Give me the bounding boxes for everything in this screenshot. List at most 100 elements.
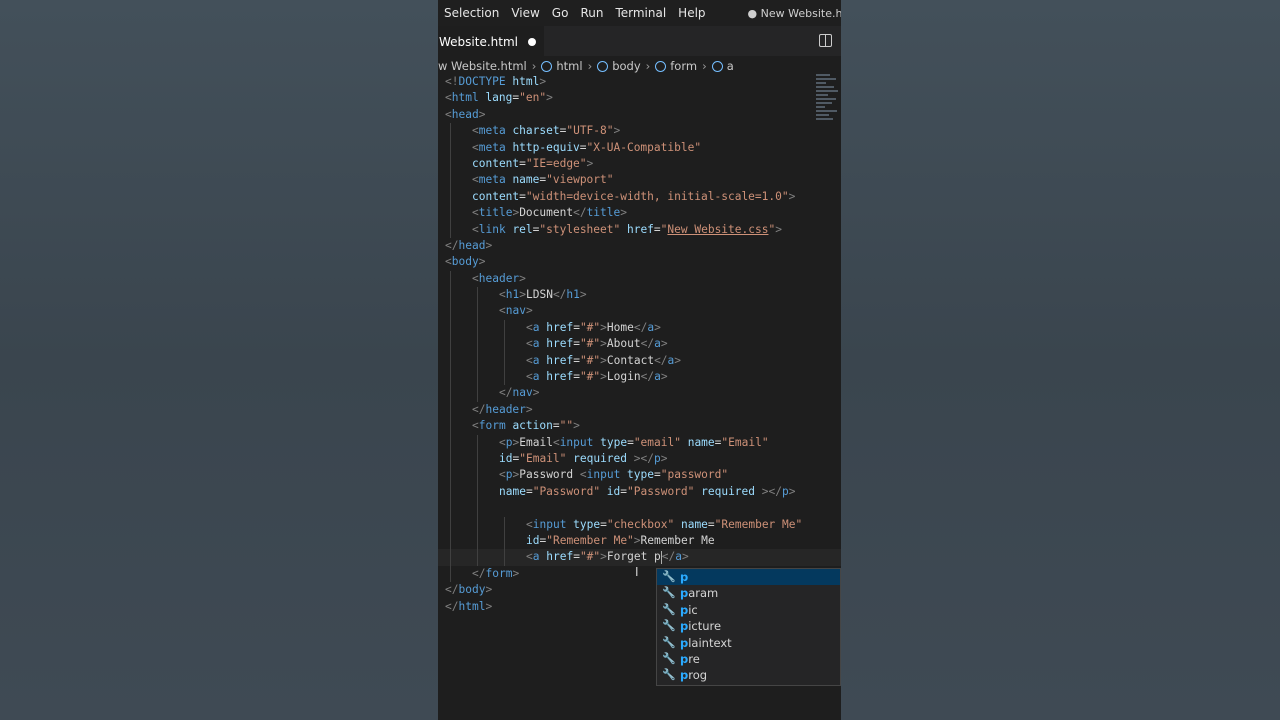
code-line[interactable]: content="width=device-width, initial-sca…	[438, 188, 841, 206]
code-line[interactable]: </nav>	[438, 385, 841, 402]
code-line[interactable]: <form action="">	[438, 418, 841, 435]
video-background-left	[0, 0, 438, 720]
code-line[interactable]: <!DOCTYPE html>	[438, 74, 841, 90]
breadcrumb-item-a[interactable]: a	[711, 59, 734, 73]
code-token: required	[566, 451, 628, 465]
minimap[interactable]	[816, 74, 838, 124]
suggestion-match: p	[680, 602, 689, 617]
code-token: =	[654, 468, 661, 482]
code-line[interactable]: </head>	[438, 238, 841, 254]
code-line[interactable]: <body>	[438, 254, 841, 270]
code-token: Email	[519, 435, 553, 449]
code-token: <	[526, 337, 533, 351]
code-token: h1	[505, 288, 520, 302]
code-token: <	[499, 304, 506, 318]
suggestion-item[interactable]: 🔧 p laintext	[657, 635, 840, 651]
code-line[interactable]: <p>Password <input type="password"	[438, 467, 841, 484]
code-token: >	[660, 337, 668, 351]
code-token: <	[445, 91, 452, 105]
indent-guide	[477, 500, 478, 517]
breadcrumb-item-html[interactable]: html	[541, 59, 583, 73]
code-token: >	[532, 386, 540, 400]
code-line[interactable]: <a href="#">Forget p</a>	[438, 549, 841, 566]
code-token: >	[546, 91, 553, 105]
code-line[interactable]: <h1>LDSN</h1>	[438, 287, 841, 304]
code-line[interactable]: <nav>	[438, 303, 841, 320]
code-token: type	[620, 468, 654, 482]
breadcrumb-item-file[interactable]: w Website.html	[438, 59, 527, 73]
code-line[interactable]: <html lang="en">	[438, 90, 841, 106]
code-line[interactable]: name="Password" id="Password" required >…	[438, 483, 841, 501]
code-token: body	[458, 583, 486, 597]
menu-selection[interactable]: Selection	[438, 6, 505, 20]
menu-help[interactable]: Help	[672, 6, 711, 20]
split-editor-icon[interactable]	[819, 34, 832, 47]
code-token: form	[478, 419, 506, 433]
code-line[interactable]: </header>	[438, 401, 841, 419]
code-token: name	[674, 517, 708, 531]
code-line[interactable]: <input type="checkbox" name="Remember Me…	[438, 516, 841, 533]
code-token: <	[472, 419, 479, 433]
code-token: <	[499, 435, 506, 449]
code-line[interactable]: <head>	[438, 107, 841, 123]
menu-view[interactable]: View	[505, 6, 545, 20]
code-token: nav	[512, 386, 533, 400]
code-token: >	[682, 550, 689, 564]
suggestion-item[interactable]: 🔧 p rog	[657, 667, 840, 683]
code-token: required	[694, 484, 756, 498]
indent-guide	[450, 434, 451, 451]
chevron-right-icon: ›	[702, 59, 707, 73]
code-line[interactable]: content="IE=edge">	[438, 155, 841, 173]
code-token: content	[472, 189, 520, 203]
code-token: meta	[478, 124, 506, 138]
code-line[interactable]: <a href="#">Home</a>	[438, 319, 841, 337]
code-line[interactable]: <p>Email<input type="email" name="Email"	[438, 434, 841, 451]
code-line[interactable]	[438, 500, 841, 517]
code-token: head	[451, 107, 479, 121]
indent-guide	[450, 516, 451, 533]
suggestion-item[interactable]: 🔧 p re	[657, 651, 840, 667]
code-line[interactable]: <a href="#">Login</a>	[438, 369, 841, 386]
breadcrumb-item-body[interactable]: body	[597, 59, 641, 73]
code-token: "Password"	[627, 484, 695, 498]
code-line[interactable]: id="Email" required ></p>	[438, 450, 841, 468]
code-token: Document	[519, 206, 574, 220]
code-token: "checkbox"	[606, 517, 675, 531]
code-token: header	[478, 271, 520, 285]
code-line[interactable]: <meta name="viewport"	[438, 172, 841, 189]
code-token: Forget p	[606, 550, 661, 564]
code-line[interactable]: <link rel="stylesheet" href="New Website…	[438, 221, 841, 238]
unsaved-dot-icon[interactable]	[527, 37, 536, 46]
code-token: LDSN	[525, 288, 553, 302]
code-token: "#"	[579, 337, 601, 351]
tab-website-html[interactable]: Website.html	[438, 25, 544, 57]
code-line[interactable]: <title>Document</title>	[438, 205, 841, 222]
code-line[interactable]: <a href="#">Contact</a>	[438, 352, 841, 370]
suggestion-item[interactable]: 🔧 p ic	[657, 602, 840, 618]
suggestion-label: rog	[688, 668, 708, 683]
code-line[interactable]: id="Remember Me">Remember Me	[438, 532, 841, 550]
suggestion-item[interactable]: 🔧 p icture	[657, 618, 840, 634]
breadcrumb-item-form[interactable]: form	[655, 59, 697, 73]
suggestion-item[interactable]: 🔧 p aram	[657, 585, 840, 601]
code-line[interactable]: <a href="#">About</a>	[438, 336, 841, 353]
code-area[interactable]: <!DOCTYPE html> <html lang="en"> <head> <me…	[438, 74, 841, 615]
menu-go[interactable]: Go	[546, 6, 575, 20]
menu-terminal[interactable]: Terminal	[609, 6, 672, 20]
code-token: "Email"	[721, 435, 769, 449]
code-token: >	[525, 304, 533, 318]
code-token: >	[478, 107, 486, 121]
code-token: =	[573, 370, 580, 384]
code-line[interactable]: <meta http-equiv="X-UA-Compatible"	[438, 139, 841, 156]
suggestion-item[interactable]: 🔧 p	[657, 569, 840, 586]
code-line[interactable]: <header>	[438, 270, 841, 288]
code-token: "Remember Me"	[546, 533, 634, 547]
tab-bar: Website.html	[438, 25, 841, 57]
code-token: <	[472, 206, 479, 220]
menu-run[interactable]: Run	[574, 6, 609, 20]
code-line[interactable]: <meta charset="UTF-8">	[438, 123, 841, 140]
indent-guide	[477, 532, 478, 550]
element-icon	[711, 60, 723, 72]
code-token: Contact	[606, 353, 655, 367]
code-token: title	[586, 206, 621, 220]
